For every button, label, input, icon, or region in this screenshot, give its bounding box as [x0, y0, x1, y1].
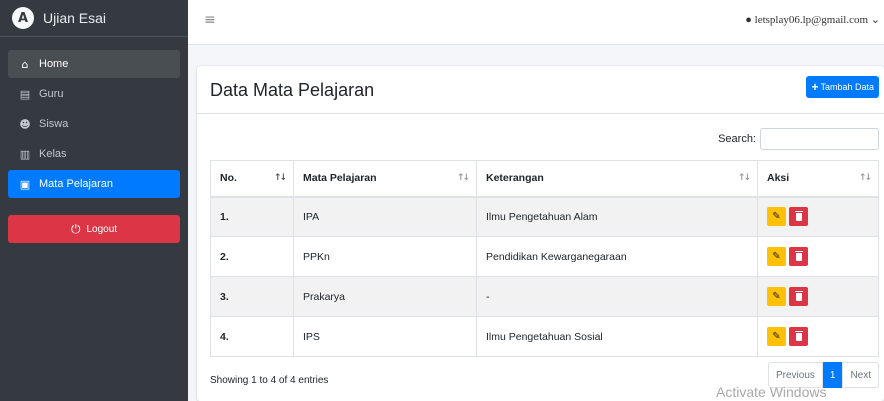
sidebar-nav: ⌂ Home ▤ Guru ☻ Siswa ▥ Kelas ▣ Mata Pel…: [0, 37, 188, 198]
cell-aksi: ✎: [757, 236, 879, 277]
cell-aksi: ✎: [757, 316, 879, 357]
card-header: Data Mata Pelajaran + Tambah Data: [197, 66, 884, 114]
edit-icon: ✎: [772, 291, 781, 302]
table-row: 2. PPKn Pendidikan Kewarganegaraan ✎: [210, 236, 879, 277]
building-icon: ▥: [19, 147, 31, 161]
chalkboard-teacher-icon: ▤: [19, 87, 31, 101]
sidebar-item-home[interactable]: ⌂ Home: [8, 50, 180, 78]
cell-mata-pelajaran: IPS: [293, 316, 477, 357]
hamburger-icon[interactable]: ≡: [204, 12, 216, 28]
add-data-button[interactable]: + Tambah Data: [806, 76, 879, 98]
sidebar-item-guru[interactable]: ▤ Guru: [8, 80, 180, 108]
topbar: ≡ ● letsplay06.lp@gmail.com ⌄: [188, 0, 884, 45]
user-menu[interactable]: ● letsplay06.lp@gmail.com ⌄: [745, 13, 880, 26]
cell-keterangan: Pendidikan Kewarganegaraan: [476, 236, 758, 277]
cell-aksi: ✎: [757, 196, 879, 237]
sort-icon: ↑↓: [273, 173, 287, 183]
cell-mata-pelajaran: IPA: [293, 196, 477, 237]
sort-icon: ↑↓: [456, 173, 470, 183]
user-circle-icon: ●: [745, 14, 752, 26]
cell-no: 4.: [210, 316, 294, 357]
power-icon: ⏻: [70, 221, 81, 236]
logout-button[interactable]: ⏻ Logout: [8, 215, 180, 243]
edit-icon: ✎: [772, 211, 781, 223]
trash-icon: [794, 210, 803, 221]
plus-icon: +: [811, 80, 819, 94]
sidebar-item-label: Home: [39, 58, 69, 70]
trash-icon: [794, 330, 803, 341]
book-icon: ▣: [19, 177, 31, 191]
search-label: Search:: [718, 133, 756, 145]
cell-keterangan: Ilmu Pengetahuan Sosial: [476, 316, 758, 357]
sidebar-item-label: Siswa: [39, 118, 69, 130]
sidebar-item-label: Kelas: [39, 148, 67, 160]
trash-icon: [794, 290, 803, 301]
data-card: Data Mata Pelajaran + Tambah Data Search…: [197, 66, 884, 401]
column-header-keterangan[interactable]: Keterangan ↑↓: [476, 160, 758, 198]
search-input[interactable]: [760, 128, 879, 150]
sidebar-item-label: Mata Pelajaran: [39, 178, 113, 190]
cell-mata-pelajaran: PPKn: [293, 236, 477, 277]
delete-button[interactable]: [789, 207, 808, 227]
edit-icon: ✎: [772, 251, 781, 262]
edit-button[interactable]: ✎: [767, 207, 786, 227]
edit-button[interactable]: ✎: [767, 287, 786, 306]
table-row: 4. IPS Ilmu Pengetahuan Sosial ✎: [210, 316, 879, 357]
cell-keterangan: Ilmu Pengetahuan Alam: [476, 196, 758, 237]
next-page-button[interactable]: Next: [842, 362, 879, 388]
sidebar-item-label: Guru: [39, 88, 64, 100]
column-header-no[interactable]: No. ↑↓: [210, 160, 294, 198]
table-info: Showing 1 to 4 of 4 entries: [210, 375, 329, 386]
logout-label: Logout: [86, 223, 118, 235]
user-email: letsplay06.lp@gmail.com: [754, 14, 869, 26]
home-icon: ⌂: [21, 57, 29, 71]
chevron-down-icon: ⌄: [870, 14, 880, 26]
users-icon: ☻: [19, 117, 31, 131]
delete-button[interactable]: [789, 327, 808, 346]
brand-title: Ujian Esai: [43, 10, 107, 26]
sort-icon: ↑↓: [737, 173, 751, 183]
edit-icon: ✎: [772, 331, 781, 342]
column-header-aksi[interactable]: Aksi ↑↓: [757, 160, 879, 198]
data-table: No. ↑↓ Mata Pelajaran ↑↓ Keterangan ↑↓ A…: [210, 160, 879, 357]
sort-icon: ↑↓: [858, 173, 872, 183]
cell-mata-pelajaran: Prakarya: [293, 276, 477, 317]
table-row: 3. Prakarya - ✎: [210, 276, 879, 317]
cell-no: 2.: [210, 236, 294, 277]
cell-no: 1.: [210, 196, 294, 237]
sidebar: A Ujian Esai ⌂ Home ▤ Guru ☻ Siswa ▥ Kel…: [0, 0, 188, 401]
table-row: 1. IPA Ilmu Pengetahuan Alam ✎: [210, 196, 879, 237]
add-data-label: Tambah Data: [820, 82, 874, 92]
delete-button[interactable]: [789, 287, 808, 306]
edit-button[interactable]: ✎: [767, 327, 786, 346]
column-header-mata-pelajaran[interactable]: Mata Pelajaran ↑↓: [293, 160, 477, 198]
search-row: Search:: [718, 128, 879, 150]
brand[interactable]: A Ujian Esai: [0, 0, 188, 37]
sidebar-item-mata-pelajaran[interactable]: ▣ Mata Pelajaran: [8, 170, 180, 198]
sidebar-item-siswa[interactable]: ☻ Siswa: [8, 110, 180, 138]
cell-keterangan: -: [476, 276, 758, 317]
sidebar-item-kelas[interactable]: ▥ Kelas: [8, 140, 180, 168]
page-title: Data Mata Pelajaran: [210, 80, 375, 100]
table-header-row: No. ↑↓ Mata Pelajaran ↑↓ Keterangan ↑↓ A…: [210, 160, 879, 198]
cell-no: 3.: [210, 276, 294, 317]
delete-button[interactable]: [789, 247, 808, 266]
trash-icon: [794, 250, 803, 261]
cell-aksi: ✎: [757, 276, 879, 317]
activate-windows-watermark: Activate Windows: [716, 384, 827, 400]
brand-logo-icon: A: [12, 7, 34, 29]
edit-button[interactable]: ✎: [767, 247, 786, 266]
